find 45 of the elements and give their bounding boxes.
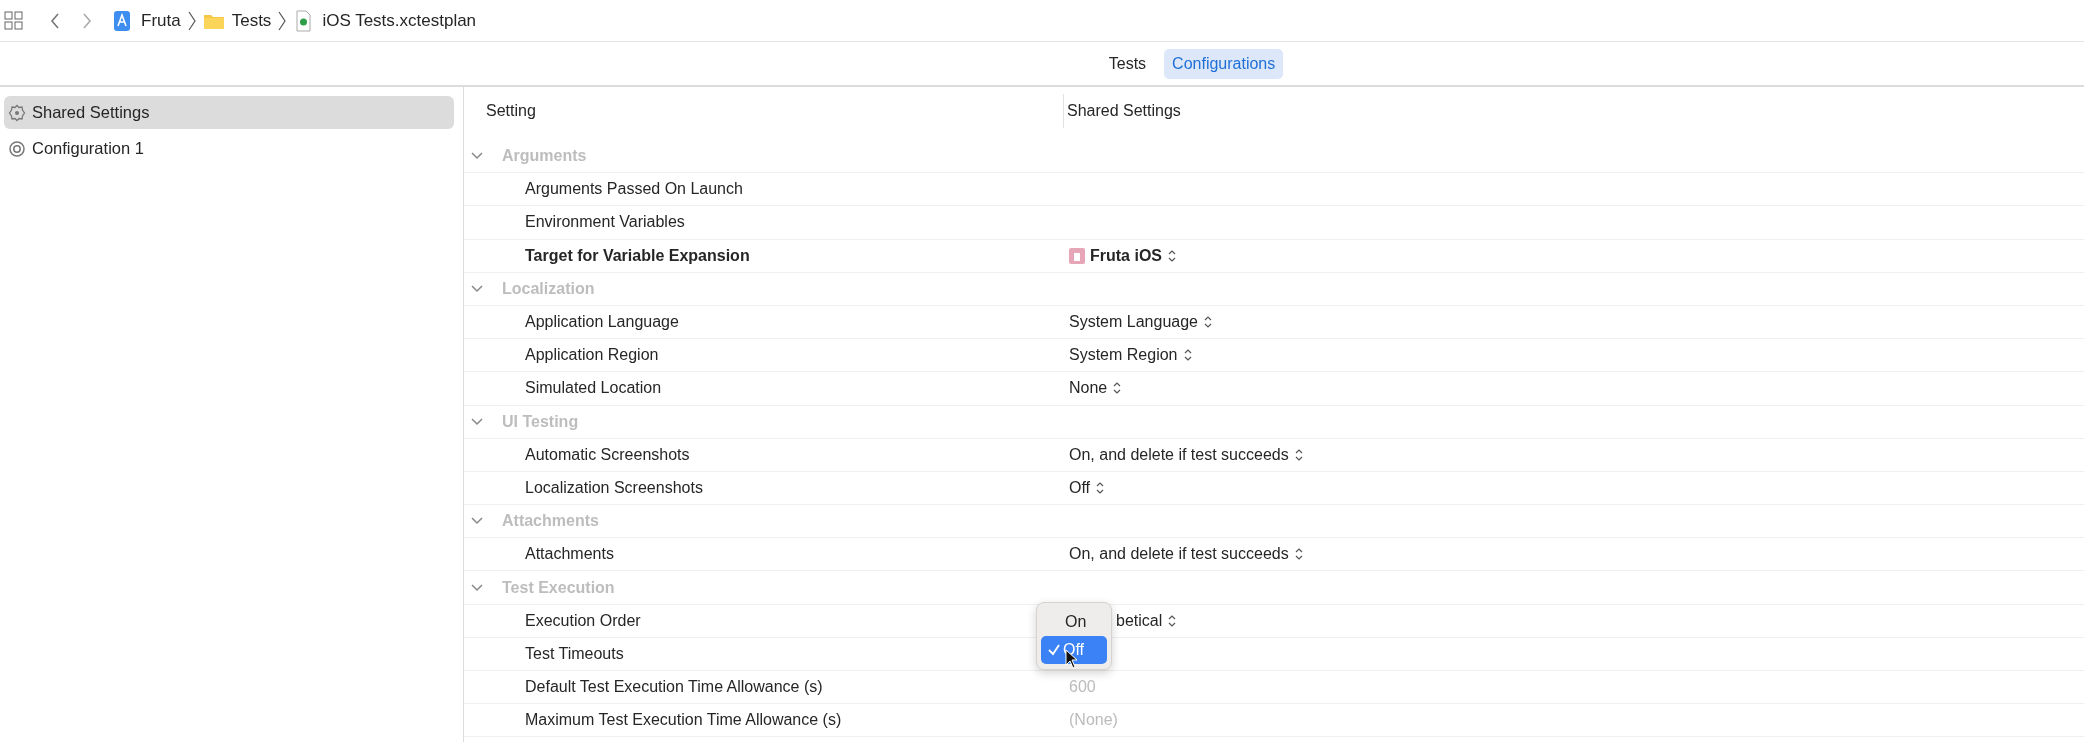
popup-button[interactable]: Fruta iOS [1069,243,1177,268]
popup-button[interactable]: Off [1069,475,1106,500]
setting-label: Environment Variables [525,212,685,233]
gear-icon [8,103,26,122]
menu-item[interactable]: On [1041,607,1107,636]
section-title: Arguments [502,146,587,167]
breadcrumb-item[interactable]: Tests [202,7,272,34]
grid-icon[interactable] [4,10,24,31]
setting-label: Automatic Screenshots [525,444,690,465]
popup-button[interactable]: System Language [1069,310,1213,335]
section-title: Attachments [502,511,599,532]
setting-label: Default Test Execution Time Allowance (s) [525,677,823,698]
column-header[interactable]: Shared Settings [1067,99,1181,123]
setting-label: Application Language [525,312,679,333]
popup-button[interactable]: None [1069,376,1123,401]
section-title: Localization [502,278,595,299]
sidebar-item[interactable]: Configuration 1 [4,132,454,165]
popup-button[interactable]: System Region [1069,343,1193,368]
popup-button[interactable]: On, and delete if test succeeds [1069,542,1304,567]
setting-label: Simulated Location [525,378,662,399]
app-icon [1069,247,1085,264]
setting-label: Attachments [525,544,614,565]
sidebar-item[interactable]: Shared Settings [4,96,454,129]
setting-label: Target for Variable Expansion [525,245,750,266]
setting-label: Execution Order [525,610,641,631]
popup-button[interactable]: On, and delete if test succeeds [1069,442,1304,467]
section-title: UI Testing [502,411,579,432]
setting-label: Test Timeouts [525,643,624,664]
path-separator-icon [277,9,288,32]
breadcrumb-item[interactable]: Fruta [112,7,181,34]
path-separator-icon [186,9,197,32]
tab[interactable]: Configurations [1164,48,1284,79]
setting-label: Application Region [525,345,659,366]
breadcrumb-item[interactable]: iOS Tests.xctestplan [293,7,477,34]
target-icon [8,139,26,158]
column-header[interactable]: Setting [486,99,536,123]
section-title: Test Execution [502,577,615,598]
setting-label: Maximum Test Execution Time Allowance (s) [525,710,842,731]
tab[interactable]: Tests [1100,48,1155,79]
setting-value: 600 [1069,677,1096,698]
setting-label: Localization Screenshots [525,477,703,498]
popup-button[interactable]: betical [1116,608,1178,633]
setting-value: (None) [1069,710,1118,731]
setting-label: Arguments Passed On Launch [525,179,743,200]
checkmark-icon [1047,642,1061,657]
